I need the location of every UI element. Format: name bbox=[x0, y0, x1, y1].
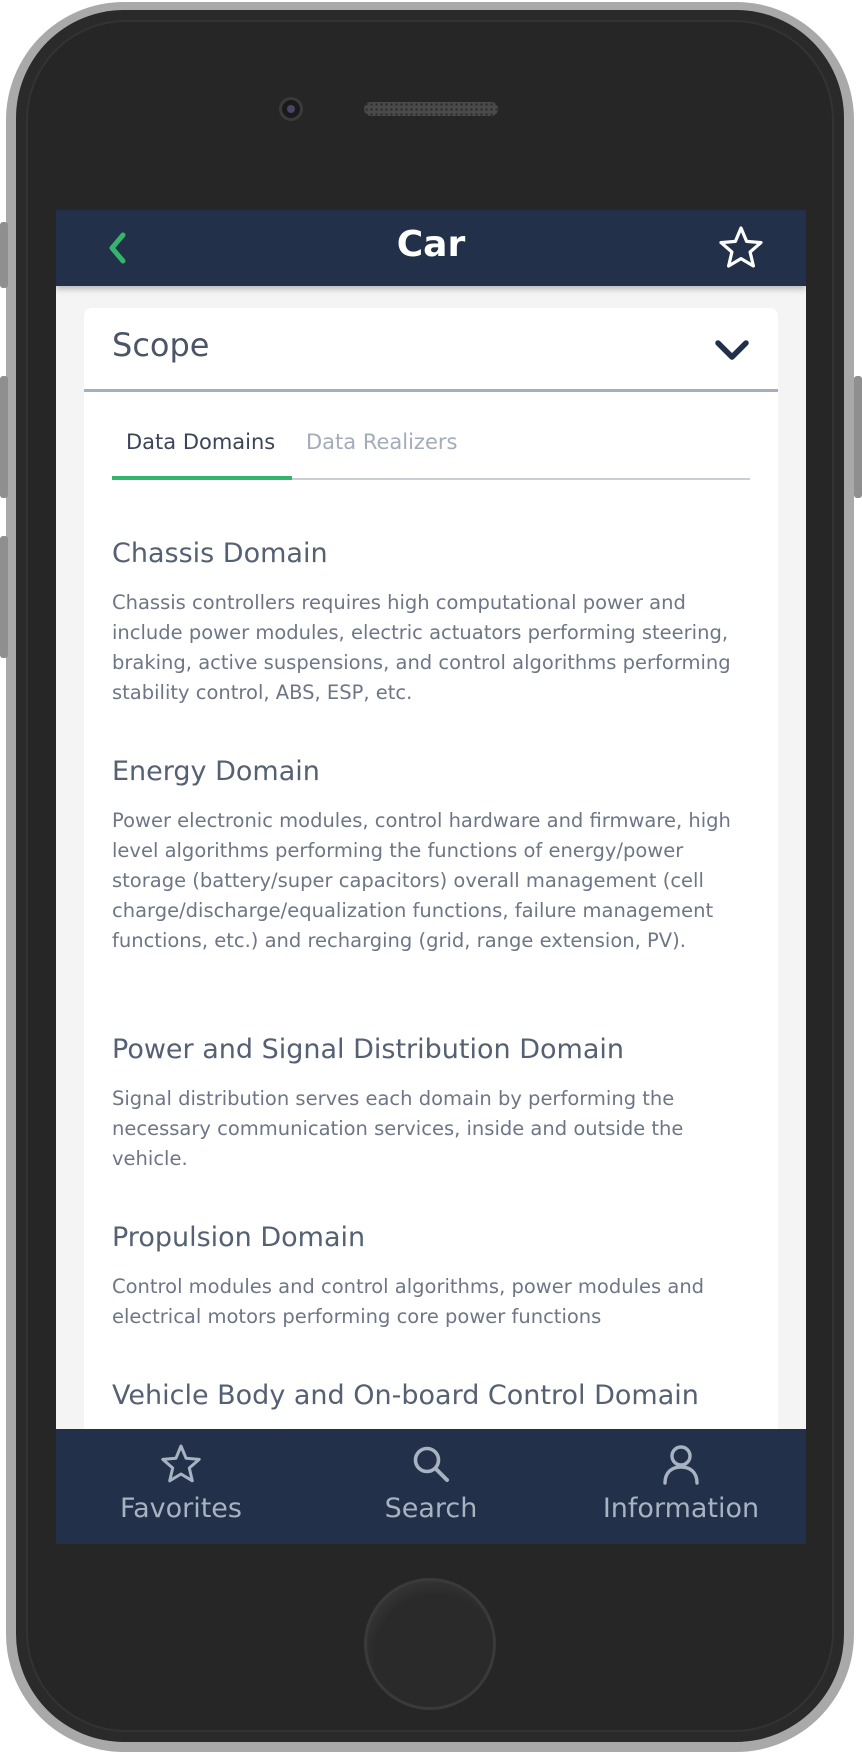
tab-bar-search[interactable]: Search bbox=[306, 1429, 556, 1544]
domain-title: Chassis Domain bbox=[112, 538, 328, 569]
home-button[interactable] bbox=[364, 1578, 496, 1710]
tab-data-domains[interactable]: Data Domains bbox=[126, 430, 275, 454]
domain-description: Signal distribution serves each domain b… bbox=[112, 1087, 684, 1170]
user-icon bbox=[663, 1445, 699, 1485]
domain-description: Chassis controllers requires high comput… bbox=[112, 591, 731, 704]
star-outline-icon bbox=[719, 226, 763, 268]
domain-description: Control modules and control algorithms, … bbox=[112, 1275, 705, 1328]
volume-up-button bbox=[0, 376, 8, 498]
tab-data-realizers[interactable]: Data Realizers bbox=[306, 430, 457, 454]
scope-title: Scope bbox=[112, 326, 210, 364]
app-screen: Car Scope Data Domains Data Realizers Ch… bbox=[56, 210, 806, 1544]
favorite-button[interactable] bbox=[718, 224, 764, 270]
volume-down-button bbox=[0, 536, 8, 658]
tab-bar-label: Favorites bbox=[120, 1493, 242, 1524]
star-outline-icon bbox=[161, 1444, 201, 1483]
bottom-tab-bar: Favorites Search Information bbox=[56, 1429, 806, 1544]
power-button bbox=[854, 376, 862, 498]
tab-bar-label: Information bbox=[602, 1493, 760, 1524]
mute-switch bbox=[0, 222, 8, 288]
scope-card: Scope Data Domains Data Realizers Chassi… bbox=[84, 308, 778, 1508]
earpiece-speaker bbox=[364, 102, 498, 116]
scope-toggle-button[interactable] bbox=[712, 332, 752, 368]
chevron-down-icon bbox=[715, 340, 749, 360]
search-icon bbox=[413, 1446, 449, 1482]
domain-title: Propulsion Domain bbox=[112, 1222, 366, 1253]
domain-description: Power electronic modules, control hardwa… bbox=[112, 809, 731, 952]
tab-bar-label: Search bbox=[384, 1493, 478, 1524]
tab-bar-favorites[interactable]: Favorites bbox=[56, 1429, 306, 1544]
tab-strip: Data Domains Data Realizers bbox=[112, 408, 750, 480]
top-navigation-bar: Car bbox=[56, 210, 806, 286]
domain-title: Power and Signal Distribution Domain bbox=[112, 1034, 624, 1065]
scope-accordion-header[interactable]: Scope bbox=[84, 308, 778, 392]
front-camera bbox=[279, 97, 303, 121]
tab-bar-information[interactable]: Information bbox=[556, 1429, 806, 1544]
page-title: Car bbox=[396, 224, 466, 265]
domain-title: Vehicle Body and On-board Control Domain bbox=[112, 1380, 699, 1411]
domain-title: Energy Domain bbox=[112, 756, 320, 787]
active-tab-indicator bbox=[112, 476, 292, 480]
